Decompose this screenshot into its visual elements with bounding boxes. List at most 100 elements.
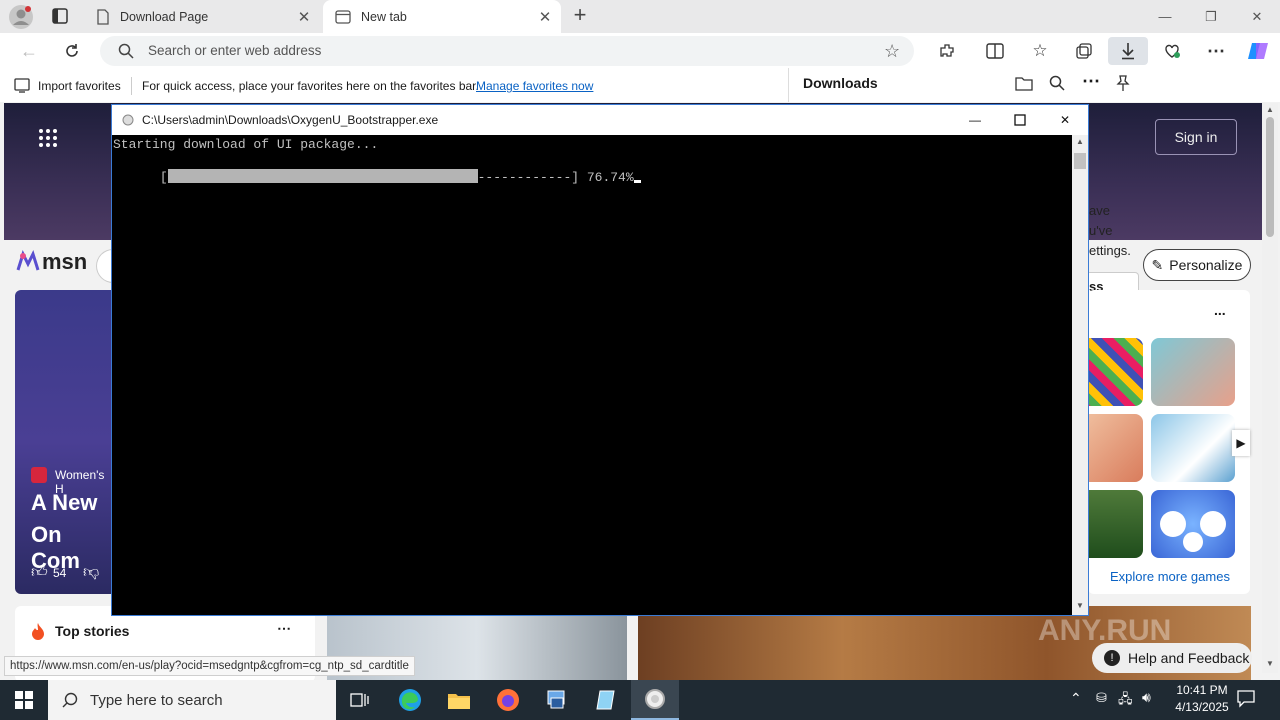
close-tab-icon[interactable]: ✕: [537, 8, 553, 26]
console-taskbar-icon[interactable]: [631, 680, 679, 720]
console-scroll-down-icon[interactable]: ▼: [1076, 601, 1084, 610]
status-url: https://www.msn.com/en-us/play?ocid=msed…: [4, 656, 415, 676]
flame-icon: [31, 622, 45, 640]
clock-time: 10:41 PM: [1176, 683, 1228, 697]
downloads-partial-text: ave u've ettings.: [1089, 201, 1131, 261]
firefox-icon[interactable]: [484, 680, 532, 720]
top-stories-title: Top stories: [55, 623, 130, 639]
edge-taskbar-icon[interactable]: [386, 680, 434, 720]
like-icon[interactable]: 👍︎: [31, 563, 48, 582]
favorites-bar-divider: [131, 77, 132, 95]
address-bar[interactable]: Search or enter web address ☆: [100, 36, 914, 66]
file-explorer-icon[interactable]: [435, 680, 483, 720]
app-taskbar-icon[interactable]: [533, 680, 581, 720]
console-app-icon: [122, 114, 134, 126]
import-favorites-icon: [14, 78, 30, 93]
console-window[interactable]: C:\Users\admin\Downloads\OxygenU_Bootstr…: [111, 104, 1089, 616]
close-tab-icon[interactable]: ✕: [296, 8, 312, 26]
notifications-icon[interactable]: [1236, 688, 1256, 708]
console-minimize-icon[interactable]: —: [952, 105, 998, 135]
refresh-icon[interactable]: [57, 37, 87, 65]
dislike-icon[interactable]: 👎︎: [83, 563, 99, 582]
more-options-icon[interactable]: ⋯: [1201, 37, 1231, 65]
manage-favorites-link[interactable]: Manage favorites now: [476, 79, 593, 93]
help-icon: !: [1104, 650, 1120, 666]
page-scrollbar[interactable]: ▲ ▼: [1262, 103, 1278, 673]
apps-launcher-icon[interactable]: [38, 128, 58, 148]
help-label: Help and Feedback: [1128, 650, 1250, 666]
browser-essentials-icon[interactable]: [1157, 37, 1187, 65]
msn-logo: msn: [16, 249, 87, 275]
explore-games-link[interactable]: Explore more games: [1110, 569, 1230, 584]
console-scrollbar[interactable]: ▲ ▼: [1072, 135, 1088, 615]
console-scroll-up-icon[interactable]: ▲: [1076, 137, 1084, 146]
page-icon: [96, 8, 110, 25]
task-view-icon[interactable]: [336, 680, 384, 720]
minimize-icon[interactable]: —: [1142, 0, 1188, 33]
scroll-up-icon[interactable]: ▲: [1266, 105, 1274, 114]
like-count: 54: [53, 566, 67, 580]
restore-icon[interactable]: ❐: [1188, 0, 1234, 33]
tab-new-tab[interactable]: New tab ✕: [323, 0, 561, 33]
tab-actions-icon[interactable]: [50, 6, 72, 26]
favorite-star-icon[interactable]: ☆: [884, 41, 900, 62]
new-tab-button[interactable]: +: [568, 4, 592, 28]
console-titlebar[interactable]: C:\Users\admin\Downloads\OxygenU_Bootstr…: [112, 105, 1088, 135]
tab-title: Download Page: [120, 9, 209, 24]
sign-in-button[interactable]: Sign in: [1155, 119, 1237, 155]
extensions-icon[interactable]: [932, 37, 962, 65]
network-icon[interactable]: 🖧: [1118, 690, 1133, 712]
partial-line: ave: [1089, 203, 1110, 218]
console-scroll-thumb[interactable]: [1074, 153, 1086, 169]
downloads-more-icon[interactable]: ⋯: [1082, 71, 1100, 92]
back-icon[interactable]: ←: [14, 37, 44, 65]
favorites-bar: Import favorites For quick access, place…: [0, 70, 788, 102]
game-tile-words[interactable]: [1151, 490, 1235, 558]
console-close-icon[interactable]: ✕: [1042, 105, 1088, 135]
close-window-icon[interactable]: ✕: [1234, 0, 1280, 33]
start-button[interactable]: [0, 680, 48, 720]
game-tile-thief[interactable]: [1151, 414, 1235, 482]
favorites-icon[interactable]: ☆: [1025, 37, 1055, 65]
scroll-down-icon[interactable]: ▼: [1266, 659, 1274, 668]
volume-icon[interactable]: 🔊︎: [1142, 689, 1151, 706]
split-screen-icon[interactable]: [980, 37, 1010, 65]
pencil-icon: ✎: [1151, 256, 1164, 273]
games-more-icon[interactable]: ...: [1214, 302, 1226, 318]
search-downloads-icon[interactable]: [1049, 75, 1065, 91]
collections-icon[interactable]: [1069, 37, 1099, 65]
console-cursor: [633, 180, 641, 183]
personalize-label: Personalize: [1169, 257, 1243, 273]
console-maximize-icon[interactable]: [997, 105, 1043, 135]
downloads-icon[interactable]: [1108, 37, 1148, 65]
search-icon: [118, 43, 134, 59]
system-clock[interactable]: 10:41 PM 4/13/2025: [1164, 682, 1240, 718]
show-hidden-icons[interactable]: ⌃: [1070, 690, 1082, 707]
scroll-thumb[interactable]: [1266, 117, 1274, 237]
address-input[interactable]: Search or enter web address: [148, 43, 321, 58]
profile-avatar[interactable]: [8, 4, 34, 30]
downloads-panel: Downloads ⋯: [788, 68, 1148, 102]
tab-download-page[interactable]: Download Page ✕: [84, 0, 320, 33]
taskbar-search[interactable]: Type here to search: [48, 680, 336, 720]
pin-icon[interactable]: [1115, 74, 1131, 92]
help-feedback-button[interactable]: ! Help and Feedback: [1092, 643, 1252, 673]
game-tile-hospital[interactable]: [1151, 338, 1235, 406]
next-games-icon[interactable]: ▶: [1232, 430, 1250, 456]
notepad-icon[interactable]: [582, 680, 630, 720]
console-output[interactable]: Starting download of UI package... [----…: [112, 135, 1072, 615]
personalize-button[interactable]: ✎ Personalize: [1143, 249, 1251, 281]
top-stories-more-icon[interactable]: ⋯: [277, 620, 291, 637]
progress-line: [------------] 76.74%: [113, 153, 641, 202]
source-logo-icon: [31, 467, 47, 483]
new-tab-page-icon: [335, 9, 351, 24]
open-folder-icon[interactable]: [1015, 75, 1033, 91]
import-favorites-button[interactable]: Import favorites: [38, 79, 121, 93]
partial-line: u've: [1089, 223, 1113, 238]
downloads-title: Downloads: [803, 75, 878, 91]
clock-date: 4/13/2025: [1175, 700, 1229, 714]
copilot-icon[interactable]: [1243, 37, 1273, 65]
network-drive-icon[interactable]: ⛁: [1096, 690, 1107, 706]
tab-title: New tab: [361, 9, 407, 24]
news-card[interactable]: Women's H A New On Com 👍︎ 54 👎︎: [15, 290, 113, 594]
